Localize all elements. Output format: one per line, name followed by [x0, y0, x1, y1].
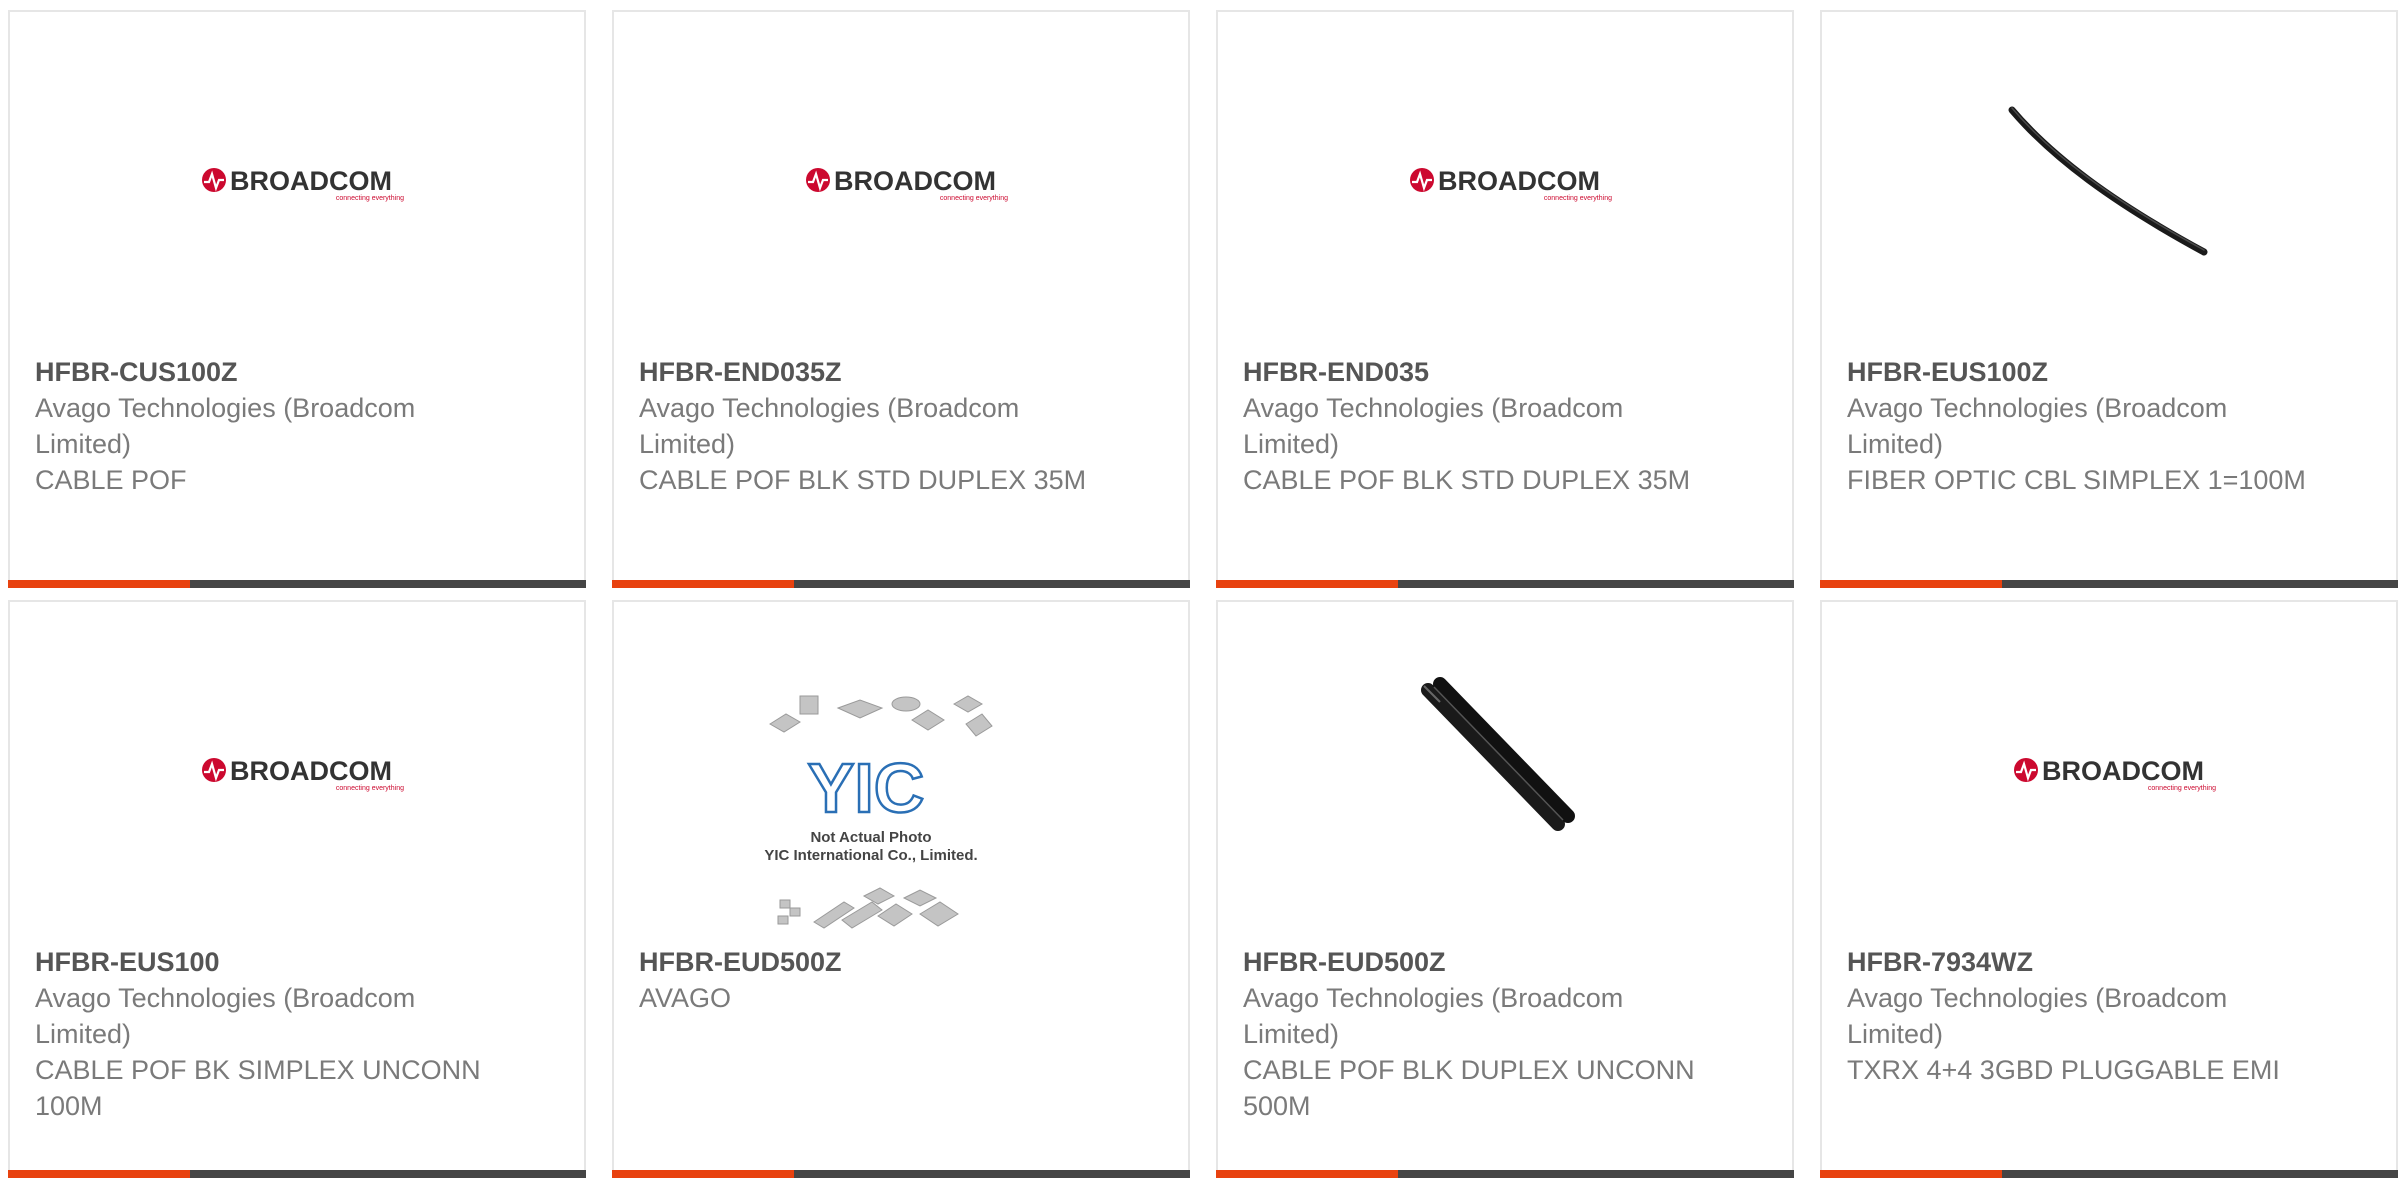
product-card[interactable]: BROADCOM connecting everything HFBR-7934…: [1820, 600, 2398, 1178]
broadcom-logo: BROADCOM connecting everything: [806, 166, 1008, 202]
card-bottom-bar: [8, 580, 586, 588]
description: CABLE POF BK SIMPLEX UNCONN 100M: [35, 1055, 481, 1121]
svg-text:YIC: YIC: [808, 749, 925, 827]
logo-text: BROADCOM: [834, 166, 996, 196]
card-accent-bar: [1216, 1170, 1398, 1178]
logo-text: BROADCOM: [1438, 166, 1600, 196]
yic-logo: YIC: [806, 748, 925, 829]
broadcom-logo: BROADCOM connecting everything: [202, 166, 404, 202]
description: CABLE POF: [35, 465, 187, 495]
product-grid: BROADCOM connecting everything HFBR-CUS1…: [0, 0, 2400, 1178]
manufacturer: Avago Technologies (Broadcom Limited): [35, 983, 416, 1049]
part-number-link[interactable]: HFBR-EUD500Z: [1243, 944, 1703, 980]
logo-text: BROADCOM: [230, 756, 392, 786]
manufacturer: Avago Technologies (Broadcom Limited): [1847, 393, 2228, 459]
part-number-link[interactable]: HFBR-CUS100Z: [35, 354, 495, 390]
product-card[interactable]: BROADCOM connecting everything HFBR-END0…: [1216, 10, 1794, 588]
logo-tagline: connecting everything: [336, 785, 404, 792]
duplex-cable-photo: [1421, 677, 1575, 831]
card-bottom-bar: [1216, 580, 1794, 588]
product-card[interactable]: BROADCOM connecting everything HFBR-END0…: [612, 10, 1190, 588]
part-number-link[interactable]: HFBR-END035: [1243, 354, 1703, 390]
product-image[interactable]: BROADCOM connecting everything: [10, 602, 584, 942]
description: TXRX 4+4 3GBD PLUGGABLE EMI: [1847, 1055, 2280, 1085]
product-card[interactable]: HFBR-EUD500Z Avago Technologies (Broadco…: [1216, 600, 1794, 1178]
yic-placeholder-image: YIC Not Actual Photo YIC International C…: [764, 695, 993, 929]
card-accent-bar: [1216, 580, 1398, 588]
part-number-link[interactable]: HFBR-7934WZ: [1847, 944, 2307, 980]
logo-tagline: connecting everything: [2148, 785, 2216, 792]
manufacturer: Avago Technologies (Broadcom Limited): [1243, 983, 1624, 1049]
card-bottom-bar: [1820, 1170, 2398, 1178]
description: CABLE POF BLK STD DUPLEX 35M: [1243, 465, 1691, 495]
part-number-link[interactable]: HFBR-END035Z: [639, 354, 1099, 390]
description: CABLE POF BLK DUPLEX UNCONN 500M: [1243, 1055, 1695, 1121]
product-image[interactable]: [1218, 602, 1792, 942]
logo-text: BROADCOM: [230, 166, 392, 196]
manufacturer: Avago Technologies (Broadcom Limited): [1243, 393, 1624, 459]
manufacturer: Avago Technologies (Broadcom Limited): [35, 393, 416, 459]
part-number-link[interactable]: HFBR-EUD500Z: [639, 944, 1099, 980]
broadcom-logo: BROADCOM connecting everything: [1410, 166, 1612, 202]
chip-icons-top: [769, 695, 993, 737]
description: FIBER OPTIC CBL SIMPLEX 1=100M: [1847, 465, 2306, 495]
part-number-link[interactable]: HFBR-EUS100Z: [1847, 354, 2307, 390]
card-bottom-bar: [1216, 1170, 1794, 1178]
card-accent-bar: [1820, 1170, 2002, 1178]
product-card[interactable]: YIC Not Actual Photo YIC International C…: [612, 600, 1190, 1178]
placeholder-caption: Not Actual Photo: [810, 829, 931, 846]
product-image[interactable]: BROADCOM connecting everything: [10, 12, 584, 352]
placeholder-company: YIC International Co., Limited.: [764, 847, 977, 864]
logo-tagline: connecting everything: [940, 195, 1008, 202]
card-accent-bar: [8, 580, 190, 588]
card-bottom-bar: [612, 1170, 1190, 1178]
part-number-link[interactable]: HFBR-EUS100: [35, 944, 495, 980]
product-image[interactable]: BROADCOM connecting everything: [614, 12, 1188, 352]
product-image[interactable]: BROADCOM connecting everything: [1822, 602, 2396, 942]
logo-tagline: connecting everything: [336, 195, 404, 202]
manufacturer: Avago Technologies (Broadcom Limited): [639, 393, 1020, 459]
card-accent-bar: [8, 1170, 190, 1178]
product-image[interactable]: YIC Not Actual Photo YIC International C…: [614, 602, 1188, 942]
card-bottom-bar: [612, 580, 1190, 588]
description: CABLE POF BLK STD DUPLEX 35M: [639, 465, 1087, 495]
product-card[interactable]: HFBR-EUS100Z Avago Technologies (Broadco…: [1820, 10, 2398, 588]
card-bottom-bar: [1820, 580, 2398, 588]
manufacturer: Avago Technologies (Broadcom Limited): [1847, 983, 2228, 1049]
broadcom-logo: BROADCOM connecting everything: [2014, 756, 2216, 792]
product-image[interactable]: BROADCOM connecting everything: [1218, 12, 1792, 352]
card-accent-bar: [612, 580, 794, 588]
card-accent-bar: [612, 1170, 794, 1178]
manufacturer: AVAGO: [639, 983, 732, 1013]
product-card[interactable]: BROADCOM connecting everything HFBR-EUS1…: [8, 600, 586, 1178]
broadcom-logo: BROADCOM connecting everything: [202, 756, 404, 792]
chip-icons-bottom: [777, 887, 959, 929]
product-card[interactable]: BROADCOM connecting everything HFBR-CUS1…: [8, 10, 586, 588]
logo-text: BROADCOM: [2042, 756, 2204, 786]
card-bottom-bar: [8, 1170, 586, 1178]
card-accent-bar: [1820, 580, 2002, 588]
product-image[interactable]: [1822, 12, 2396, 352]
simplex-cable-photo: [2008, 106, 2208, 256]
logo-tagline: connecting everything: [1544, 195, 1612, 202]
